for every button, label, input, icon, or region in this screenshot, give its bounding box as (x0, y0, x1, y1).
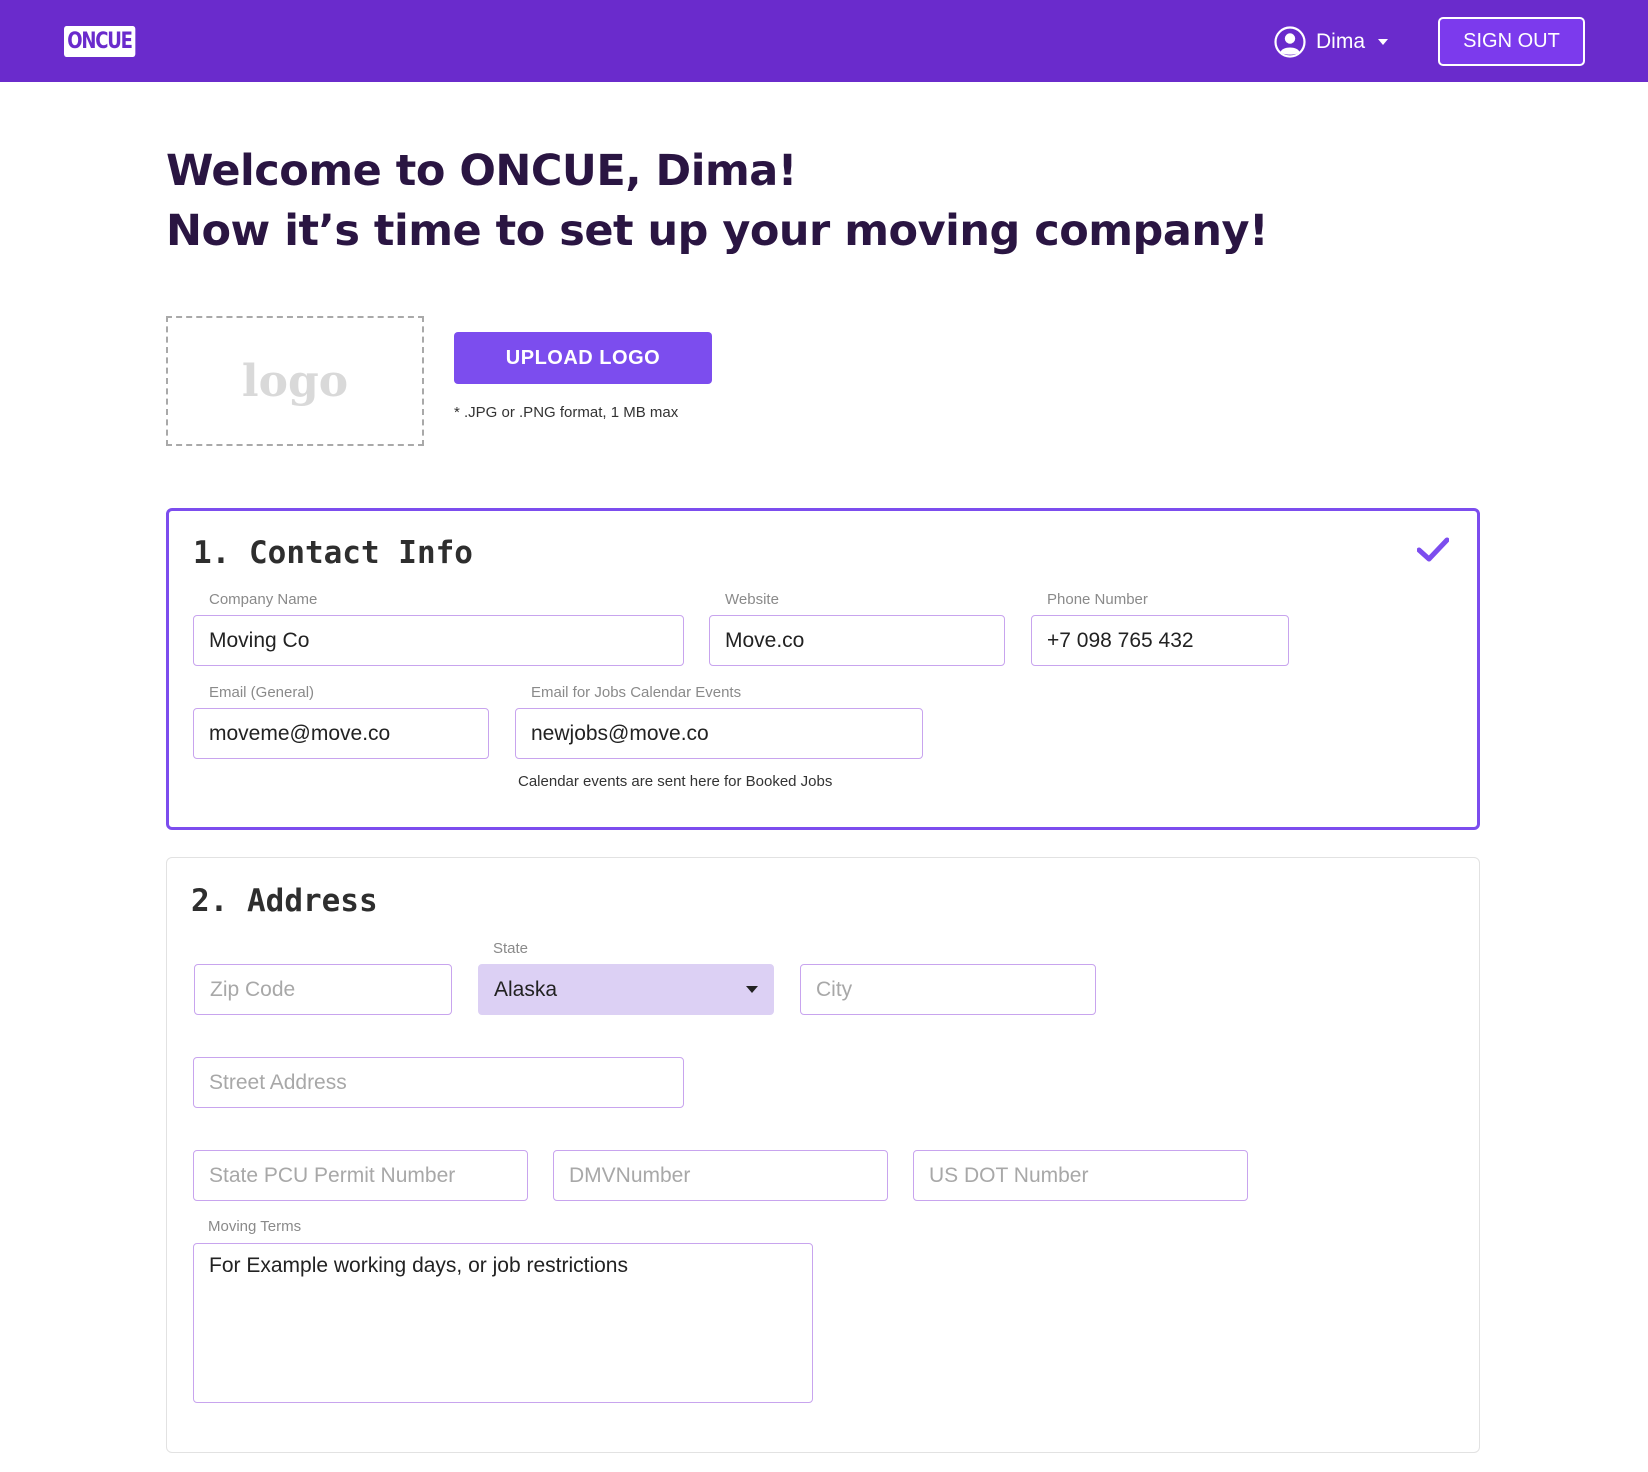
moving-terms-textarea[interactable]: For Example working days, or job restric… (193, 1243, 813, 1403)
email-calendar-label: Email for Jobs Calendar Events (531, 684, 742, 701)
user-avatar-icon (1274, 26, 1306, 58)
welcome-heading: Welcome to ONCUE, Dima! Now it’s time to… (166, 141, 1269, 261)
upload-logo-button[interactable]: UPLOAD LOGO (454, 332, 712, 384)
upload-hint: * .JPG or .PNG format, 1 MB max (454, 404, 679, 421)
email-calendar-helper: Calendar events are sent here for Booked… (518, 773, 833, 790)
contact-info-card: 1. Contact Info Company Name Moving Co W… (166, 508, 1480, 830)
email-general-input[interactable]: moveme@move.co (193, 708, 489, 759)
logo-dropzone[interactable]: logo (166, 316, 424, 446)
zip-code-input[interactable]: Zip Code (194, 964, 452, 1015)
state-select[interactable]: Alaska (478, 964, 774, 1015)
state-label: State (493, 940, 529, 957)
sign-out-button[interactable]: SIGN OUT (1438, 17, 1585, 66)
logo-placeholder-text: logo (241, 355, 349, 407)
email-calendar-input[interactable]: newjobs@move.co (515, 708, 923, 759)
us-dot-number-input[interactable]: US DOT Number (913, 1150, 1248, 1201)
pcu-permit-input[interactable]: State PCU Permit Number (193, 1150, 528, 1201)
company-name-label: Company Name (209, 591, 318, 608)
welcome-line-1: Welcome to ONCUE, Dima! (166, 146, 797, 196)
caret-down-icon (1378, 39, 1389, 45)
phone-label: Phone Number (1047, 591, 1148, 608)
checkmark-icon (1417, 537, 1449, 562)
brand-logo[interactable]: ONCUE (64, 26, 136, 57)
top-bar: ONCUE Dima SIGN OUT (0, 0, 1648, 82)
address-title: 2. Address (191, 883, 378, 919)
address-card: 2. Address Zip Code State Alaska City St… (166, 857, 1480, 1453)
contact-info-title: 1. Contact Info (193, 535, 473, 571)
moving-terms-label: Moving Terms (208, 1218, 302, 1235)
email-general-label: Email (General) (209, 684, 315, 701)
user-name: Dima (1316, 30, 1366, 53)
company-name-input[interactable]: Moving Co (193, 615, 684, 666)
city-input[interactable]: City (800, 964, 1096, 1015)
street-address-input[interactable]: Street Address (193, 1057, 684, 1108)
state-select-value: Alaska (494, 977, 558, 1001)
dmv-number-input[interactable]: DMVNumber (553, 1150, 888, 1201)
user-menu[interactable]: Dima (1274, 26, 1389, 58)
chevron-down-icon (746, 986, 758, 993)
website-label: Website (725, 591, 779, 608)
phone-input[interactable]: +7 098 765 432 (1031, 615, 1289, 666)
website-input[interactable]: Move.co (709, 615, 1005, 666)
welcome-line-2: Now it’s time to set up your moving comp… (166, 206, 1269, 256)
